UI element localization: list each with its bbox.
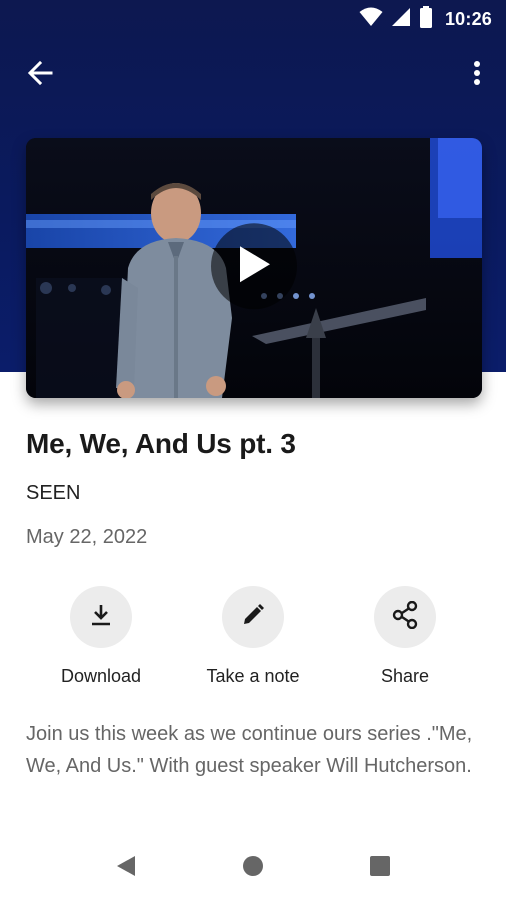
sermon-date: May 22, 2022 [26, 526, 148, 548]
overflow-menu-button[interactable] [462, 55, 492, 95]
nav-back-button[interactable] [106, 848, 146, 888]
arrow-back-icon [27, 60, 53, 91]
battery-icon [419, 5, 433, 33]
home-circle-icon [242, 855, 264, 882]
action-row: Download Take a note Share [0, 586, 506, 696]
share-label: Share [380, 666, 430, 686]
download-button[interactable]: Download [26, 586, 176, 687]
nav-recents-button[interactable] [360, 848, 400, 888]
back-button[interactable] [20, 55, 60, 95]
back-triangle-icon [115, 854, 137, 883]
download-button-circle[interactable] [70, 586, 132, 648]
video-thumbnail[interactable] [26, 138, 482, 398]
share-button-circle[interactable] [374, 586, 436, 648]
take-note-button[interactable]: Take a note [178, 586, 328, 687]
cellular-signal-icon [391, 7, 411, 32]
share-button[interactable]: Share [330, 586, 480, 687]
play-button[interactable] [211, 223, 297, 310]
status-bar: 10:26 [0, 0, 506, 38]
play-icon [236, 244, 272, 289]
nav-home-button[interactable] [233, 848, 273, 888]
share-icon [391, 600, 419, 634]
recents-square-icon [369, 855, 391, 882]
sermon-title: Me, We, And Us pt. 3 [26, 428, 296, 459]
download-icon [88, 602, 114, 633]
more-vert-icon [473, 60, 481, 91]
sermon-detail-screen: 10:26 Me, We, And Us pt. 3 SEEN May 22, … [0, 0, 506, 900]
status-time: 10:26 [444, 8, 492, 29]
take-note-button-circle[interactable] [222, 586, 284, 648]
download-label: Download [60, 666, 142, 686]
series-name: SEEN [26, 482, 81, 504]
wifi-icon [359, 7, 383, 32]
pencil-icon [241, 603, 265, 632]
sermon-description: Join us this week as we continue ours se… [26, 723, 473, 777]
take-note-label: Take a note [206, 666, 300, 686]
system-navigation-bar [0, 834, 506, 900]
